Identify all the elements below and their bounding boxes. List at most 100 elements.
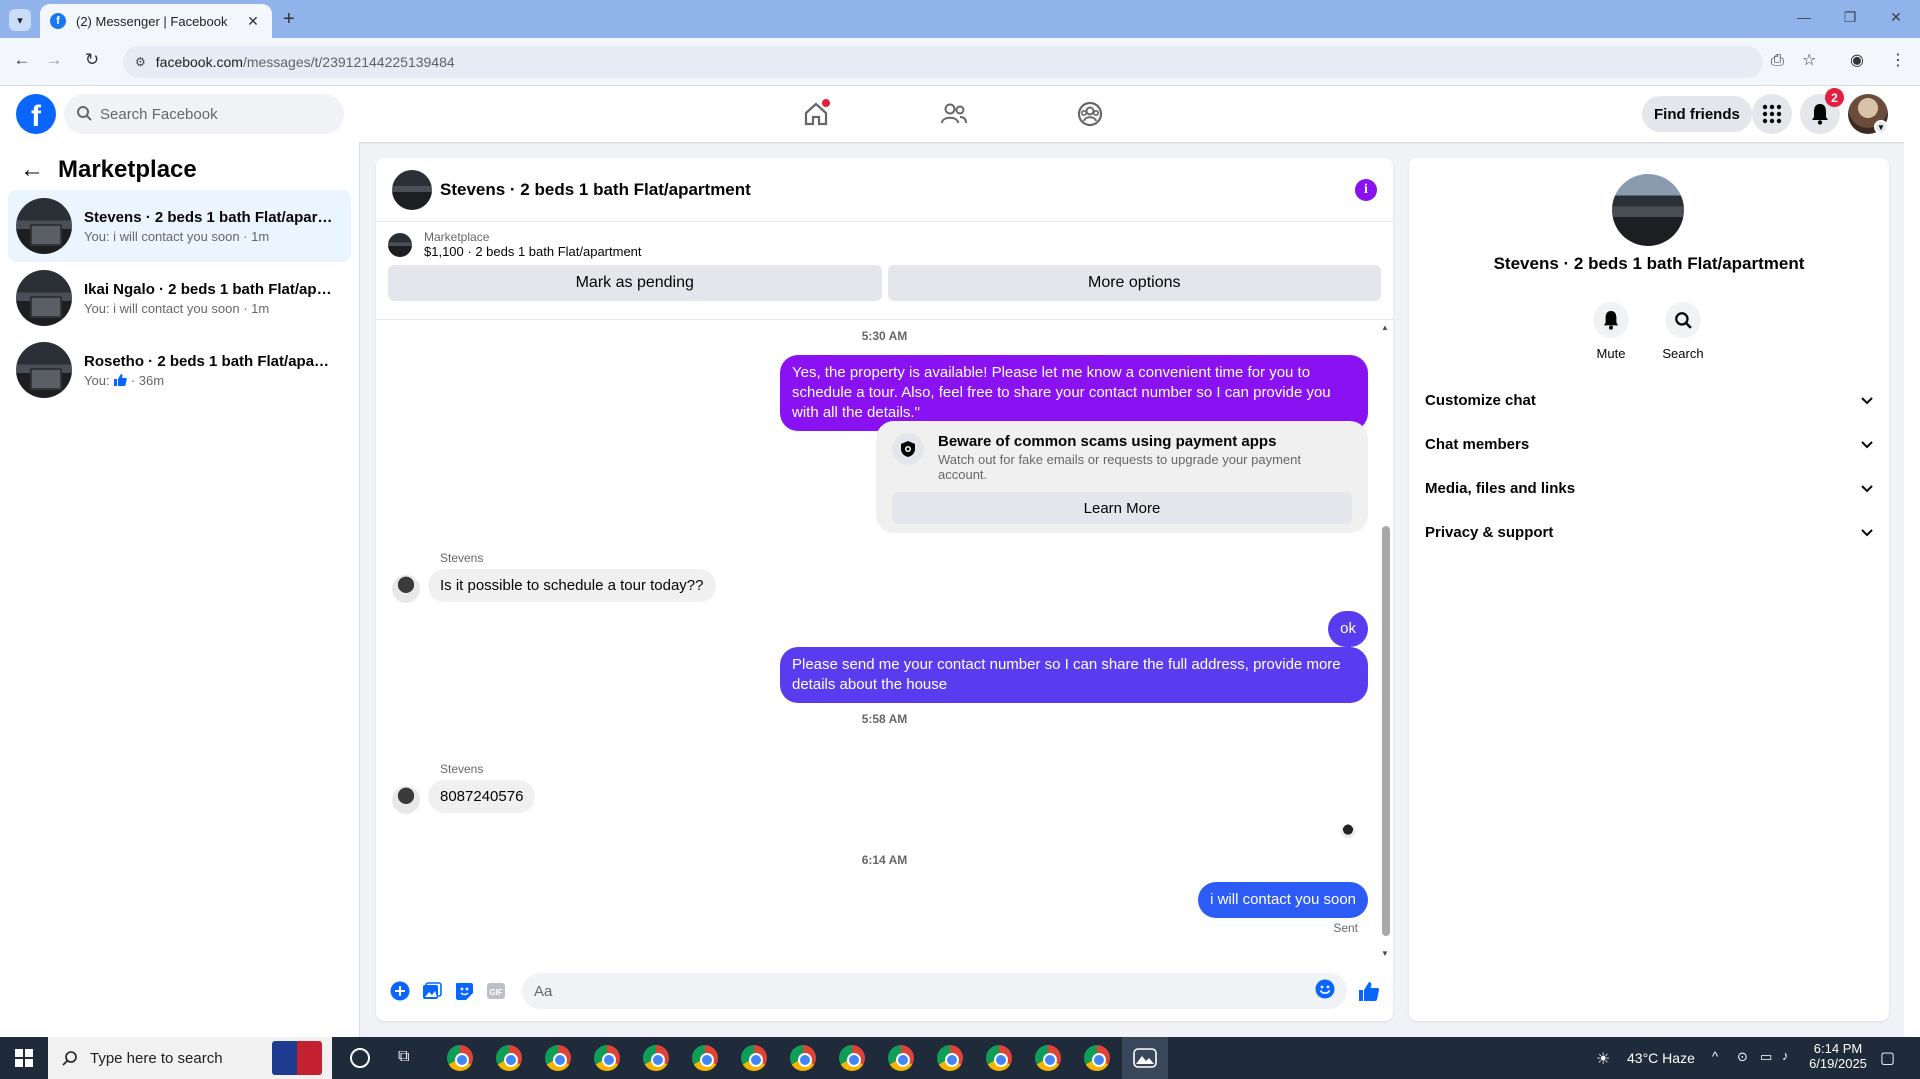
scroll-up-icon[interactable]: ▲ (1381, 323, 1389, 332)
back-arrow-icon[interactable]: ← (20, 156, 44, 184)
volume-icon[interactable]: ♪ (1782, 1048, 1789, 1063)
chrome-taskbar-icon[interactable] (692, 1045, 718, 1071)
chrome-taskbar-icon[interactable] (594, 1045, 620, 1071)
section-media-files-links[interactable]: Media, files and links (1425, 466, 1873, 510)
preview-prefix: You: (84, 372, 110, 388)
incoming-message[interactable]: 8087240576 (428, 780, 536, 813)
chat-avatar[interactable] (392, 169, 432, 210)
gif-icon[interactable]: GIF (480, 975, 512, 1007)
chrome-taskbar-icon[interactable] (790, 1045, 816, 1071)
message-input[interactable] (534, 982, 1315, 1000)
taskbar-search[interactable]: Type here to search (48, 1037, 332, 1079)
chrome-taskbar-icon[interactable] (741, 1045, 767, 1071)
weather-icon[interactable]: ☀ (1596, 1049, 1610, 1069)
facebook-logo[interactable]: f (16, 94, 56, 134)
chrome-taskbar-icon[interactable] (643, 1045, 669, 1071)
account-caret-icon[interactable]: ▼ (1874, 120, 1888, 134)
conversation-preview: You: · 36m (84, 373, 334, 388)
menu-grid-icon[interactable] (1752, 94, 1792, 134)
incoming-message[interactable]: Is it possible to schedule a tour today?… (428, 569, 716, 602)
tab-search-icon[interactable]: ▾ (9, 9, 31, 31)
clock[interactable]: 6:14 PM 6/19/2025 (1808, 1041, 1868, 1071)
chrome-taskbar-icon[interactable] (937, 1045, 963, 1071)
install-app-icon[interactable]: ⎙ (1771, 52, 1784, 70)
outgoing-message[interactable]: Yes, the property is available! Please l… (780, 355, 1368, 431)
reload-icon[interactable]: ↻ (78, 50, 106, 70)
facebook-search-input[interactable] (100, 105, 300, 123)
facebook-search[interactable] (64, 94, 344, 134)
chevron-down-icon (1861, 436, 1873, 453)
conversation-item[interactable]: Stevens · 2 beds 1 bath Flat/apart... Yo… (8, 190, 351, 262)
chrome-taskbar-icon[interactable] (986, 1045, 1012, 1071)
find-friends-button[interactable]: Find friends (1642, 96, 1752, 132)
forward-icon[interactable]: → (40, 50, 68, 70)
chrome-taskbar-icon[interactable] (1084, 1045, 1110, 1071)
scroll-down-icon[interactable]: ▼ (1381, 949, 1389, 958)
chrome-taskbar-icon[interactable] (839, 1045, 865, 1071)
new-tab-icon[interactable]: + (283, 8, 295, 31)
mute-bell-icon[interactable] (1593, 302, 1629, 338)
browser-tab[interactable]: f (2) Messenger | Facebook ✕ (40, 4, 272, 38)
search-icon[interactable] (1665, 302, 1701, 338)
photos-taskbar-icon[interactable] (1122, 1037, 1168, 1079)
address-bar[interactable]: ⚙ facebook.com/messages/t/23912144225139… (123, 46, 1784, 78)
network-icon[interactable]: ▭ (1760, 1049, 1772, 1065)
chrome-taskbar-icon[interactable] (447, 1045, 473, 1071)
conversation-item[interactable]: Ikai Ngalo · 2 beds 1 bath Flat/apa... Y… (8, 262, 351, 334)
restore-icon[interactable]: ❐ (1830, 9, 1870, 26)
mute-label: Mute (1596, 346, 1626, 361)
notifications-button[interactable]: 2 (1800, 88, 1844, 134)
site-info-icon[interactable]: ⚙ (135, 55, 146, 69)
outgoing-message[interactable]: Please send me your contact number so I … (780, 647, 1368, 703)
listing-detail[interactable]: $1,100 · 2 beds 1 bath Flat/apartment (424, 244, 642, 259)
notification-center-icon[interactable]: ▢ (1880, 1048, 1895, 1068)
weather-text[interactable]: 43°C Haze (1627, 1050, 1695, 1066)
section-customize-chat[interactable]: Customize chat (1425, 378, 1873, 422)
window-close-icon[interactable]: ✕ (1876, 9, 1916, 26)
sticker-icon[interactable] (448, 975, 480, 1007)
friends-nav-icon[interactable] (938, 99, 970, 129)
back-icon[interactable]: ← (8, 50, 36, 70)
outgoing-message[interactable]: i will contact you soon (1198, 882, 1368, 918)
cortana-icon[interactable] (350, 1048, 370, 1068)
page-scrollbar[interactable] (1904, 86, 1920, 1037)
mute-action[interactable]: Mute (1581, 302, 1641, 361)
emoji-icon[interactable] (1315, 979, 1335, 1004)
tray-app-icon[interactable]: ⊙ (1737, 1049, 1748, 1065)
chrome-taskbar-icon[interactable] (1035, 1045, 1061, 1071)
mark-as-pending-button[interactable]: Mark as pending (388, 265, 882, 301)
scroll-thumb[interactable] (1382, 526, 1390, 936)
tab-close-icon[interactable]: ✕ (244, 13, 262, 30)
browser-menu-icon[interactable]: ⋮ (1890, 50, 1906, 70)
info-icon[interactable]: i (1355, 178, 1377, 201)
conversation-item[interactable]: Rosetho · 2 beds 1 bath Flat/apart... Yo… (8, 334, 351, 406)
tray-chevron-icon[interactable]: ^ (1712, 1049, 1718, 1064)
bookmark-star-icon[interactable]: ☆ (1802, 50, 1816, 70)
task-view-icon[interactable]: ⧉ (398, 1048, 409, 1066)
plus-icon[interactable] (384, 975, 416, 1007)
windows-start-icon[interactable] (0, 1037, 48, 1079)
sender-avatar[interactable] (392, 786, 420, 814)
section-chat-members[interactable]: Chat members (1425, 422, 1873, 466)
sender-avatar[interactable] (392, 575, 420, 603)
search-action[interactable]: Search (1653, 302, 1713, 361)
conversation-avatar (16, 270, 72, 326)
profile-icon[interactable]: ◉ (1850, 50, 1864, 70)
chrome-taskbar-icon[interactable] (545, 1045, 571, 1071)
home-notification-dot (822, 99, 830, 107)
like-icon[interactable] (1353, 975, 1385, 1007)
learn-more-button[interactable]: Learn More (892, 492, 1352, 524)
message-scrollbar[interactable]: ▲ ▼ (1379, 321, 1393, 961)
section-privacy-support[interactable]: Privacy & support (1425, 510, 1873, 554)
chat-title[interactable]: Stevens · 2 beds 1 bath Flat/apartment (440, 180, 1355, 200)
more-options-button[interactable]: More options (887, 265, 1381, 301)
groups-nav-icon[interactable] (1074, 99, 1106, 129)
listing-thumbnail[interactable] (388, 232, 412, 257)
details-avatar[interactable] (1612, 174, 1684, 246)
photo-icon[interactable] (416, 975, 448, 1007)
home-nav-icon[interactable] (800, 99, 832, 129)
outgoing-message[interactable]: ok (1328, 611, 1368, 647)
minimize-icon[interactable]: — (1784, 9, 1824, 25)
chrome-taskbar-icon[interactable] (496, 1045, 522, 1071)
chrome-taskbar-icon[interactable] (888, 1045, 914, 1071)
